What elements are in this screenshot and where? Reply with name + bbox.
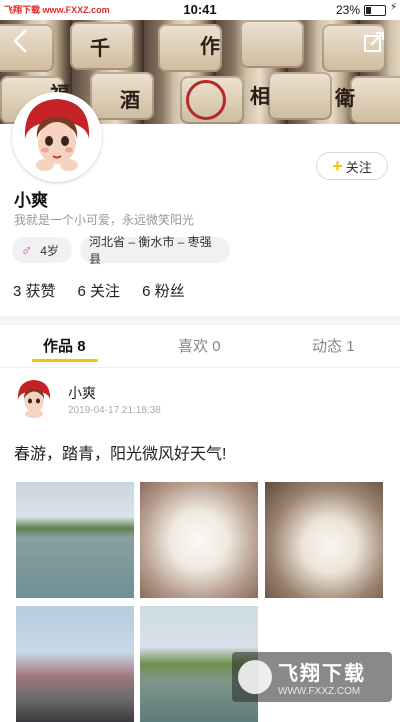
location-label: 河北省 – 衡水市 – 枣强县	[89, 235, 212, 266]
post-photo-magnolia-closeup[interactable]	[265, 482, 383, 598]
follow-label: 关注	[345, 159, 372, 175]
age-label: 4岁	[40, 243, 59, 258]
cover-kanji: 千	[90, 36, 110, 60]
profile-name: 小爽	[14, 191, 48, 210]
stat-followers[interactable]: 6 粉丝	[142, 280, 185, 301]
post-author-avatar[interactable]	[13, 378, 55, 420]
follow-button[interactable]: + 关注	[316, 152, 388, 180]
plus-icon: +	[332, 156, 343, 176]
active-tab-indicator	[32, 359, 98, 362]
cover-kanji: 作	[200, 34, 220, 58]
tab-label: 动态	[312, 338, 343, 355]
post-timestamp: 2019-04-17 21:18:38	[68, 405, 161, 416]
profile-bio: 我就是一个小可爱，永远微笑阳光	[14, 213, 195, 227]
back-button[interactable]	[8, 28, 34, 54]
tab-likes[interactable]: 喜欢 0	[178, 335, 221, 356]
tab-label: 喜欢	[178, 338, 209, 355]
charging-icon: ⚡	[389, 2, 397, 13]
stat-count: 6	[77, 283, 86, 300]
stat-label: 粉丝	[154, 283, 185, 300]
post-photo-blossom-trees[interactable]	[16, 606, 134, 722]
female-gender-icon: ♂	[21, 241, 33, 259]
cover-kanji: 衛	[335, 86, 355, 110]
post-photo-magnolia[interactable]	[140, 482, 258, 598]
tab-activity[interactable]: 动态 1	[312, 335, 355, 356]
tab-count: 1	[346, 338, 355, 355]
stat-likes[interactable]: 3 获赞	[13, 280, 56, 301]
cover-kanji: 酒	[120, 88, 140, 112]
chevron-left-icon	[13, 29, 27, 53]
stat-following[interactable]: 6 关注	[78, 280, 121, 301]
cover-seal	[186, 80, 226, 120]
share-button[interactable]	[362, 30, 386, 54]
age-tag: ♂ 4岁	[12, 237, 72, 263]
share-icon	[364, 32, 384, 52]
watermark-logo-icon	[238, 660, 272, 694]
avatar-illustration	[13, 378, 55, 420]
watermark-url: WWW.FXXZ.COM	[278, 686, 361, 697]
location-tag: 河北省 – 衡水市 – 枣强县	[80, 235, 230, 266]
profile-stats: 3 获赞 6 关注 6 粉丝	[13, 280, 185, 301]
stat-count: 6	[142, 283, 151, 300]
site-watermark: 飞翔下载 WWW.FXXZ.COM	[232, 652, 392, 702]
post-text: 春游，踏青，阳光微风好天气!	[14, 446, 227, 463]
tab-label: 作品	[43, 338, 74, 355]
cover-barrel	[350, 76, 400, 124]
stat-count: 3	[13, 283, 22, 300]
tab-count: 8	[77, 338, 86, 355]
stat-label: 获赞	[25, 283, 56, 300]
content-tabs: 作品 8 喜欢 0 动态 1	[0, 325, 400, 368]
battery-icon	[364, 5, 386, 16]
tab-count: 0	[212, 338, 221, 355]
profile-avatar[interactable]	[12, 92, 102, 182]
watermark-title: 飞翔下载	[278, 663, 366, 685]
post-photo-lake[interactable]	[16, 482, 134, 598]
tab-works[interactable]: 作品 8	[43, 335, 86, 356]
stat-label: 关注	[90, 283, 121, 300]
cover-barrel	[240, 20, 304, 68]
post-author-name[interactable]: 小爽	[68, 383, 96, 403]
cover-barrel	[268, 72, 332, 120]
cover-kanji: 相	[250, 84, 270, 108]
status-bar: 飞翔下载 www.FXXZ.com 10:41 23% ⚡	[0, 0, 400, 20]
avatar-illustration	[15, 95, 99, 179]
section-divider	[0, 316, 400, 325]
battery-percent: 23%	[335, 3, 360, 17]
